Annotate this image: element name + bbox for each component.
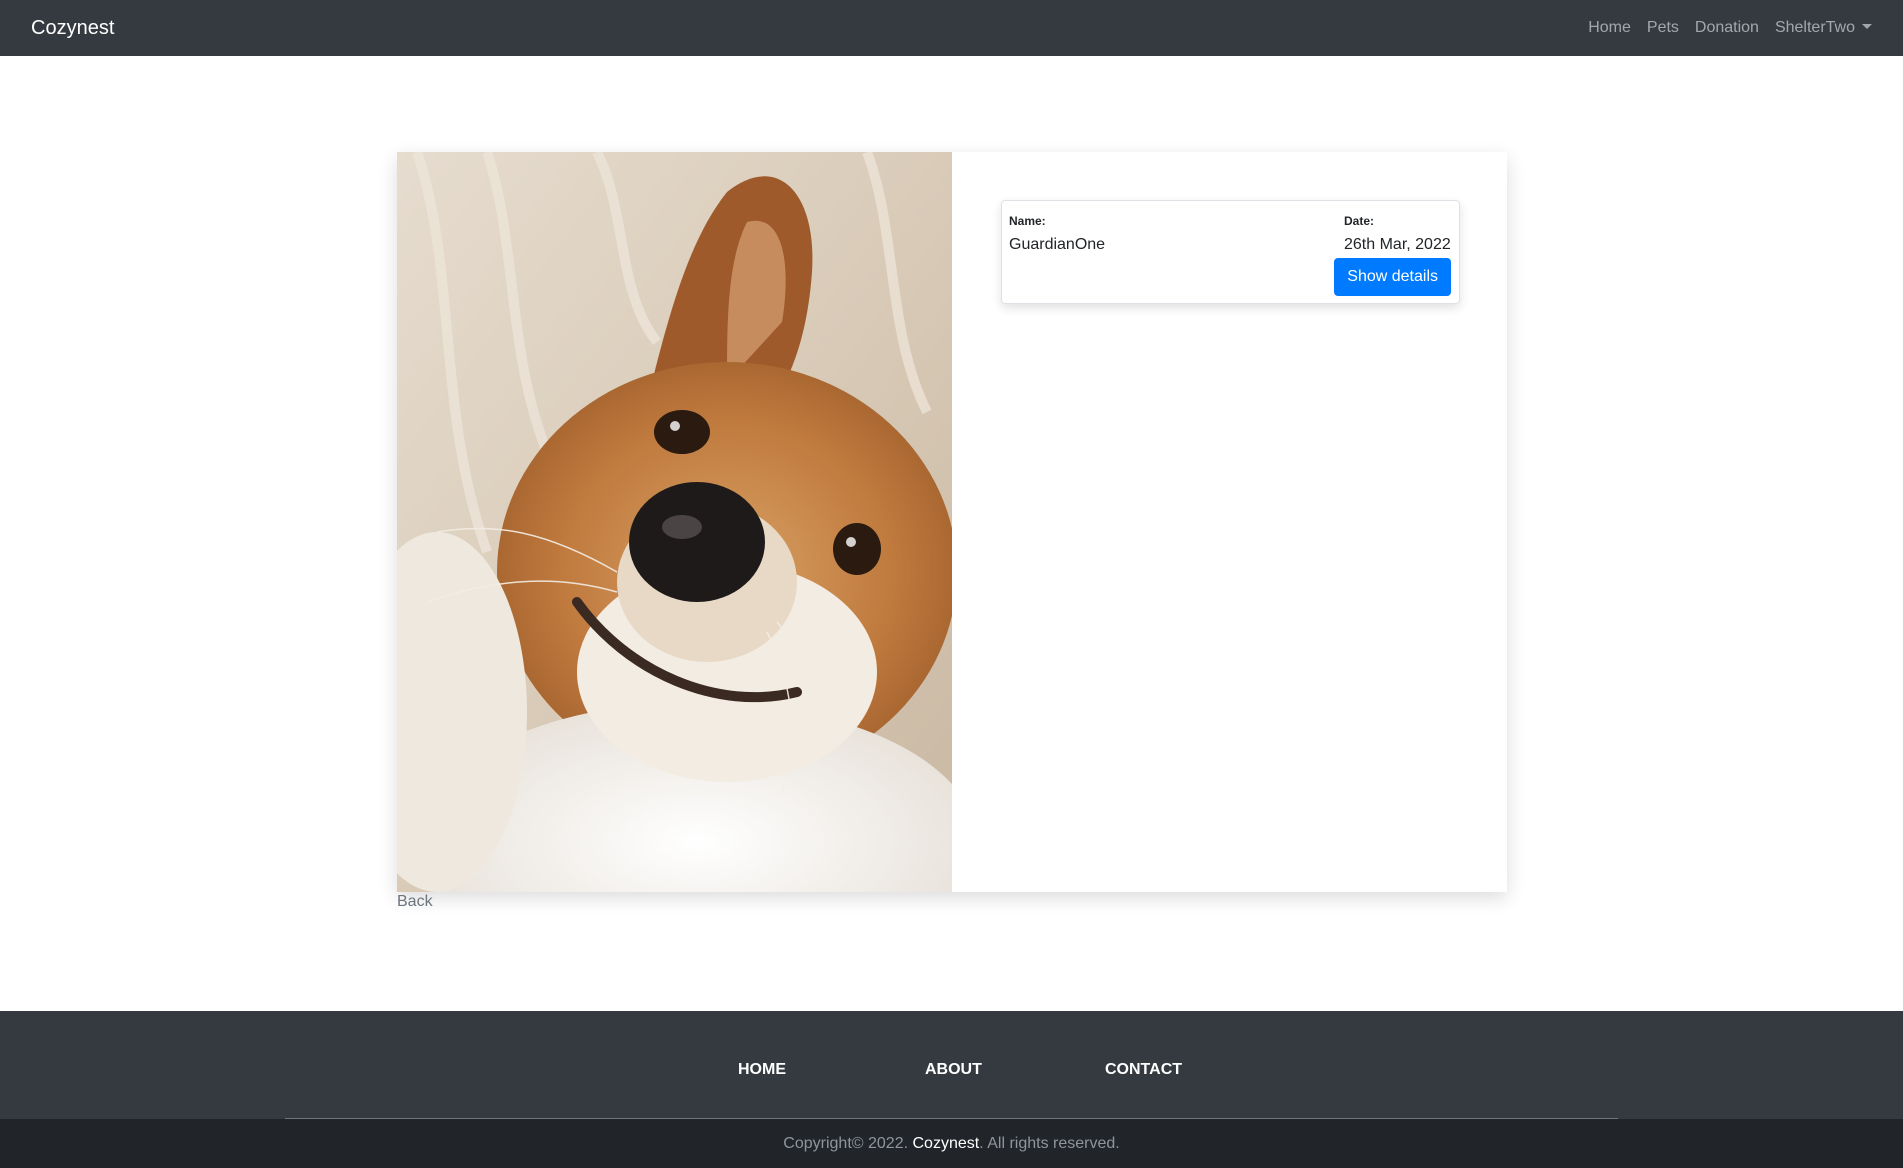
adoption-entry-card: Name: GuardianOne Date: 26th Mar, 2022 S… bbox=[1001, 200, 1460, 304]
name-label: Name: bbox=[1009, 214, 1046, 228]
brand-logo[interactable]: Cozynest bbox=[31, 17, 114, 40]
chevron-down-icon bbox=[1862, 24, 1872, 29]
user-menu-label: ShelterTwo bbox=[1774, 19, 1855, 36]
footer-copyright: Copyright© 2022. Cozynest. All rights re… bbox=[0, 1119, 1903, 1168]
back-link[interactable]: Back bbox=[397, 893, 433, 911]
footer-about-link[interactable]: ABOUT bbox=[925, 1061, 982, 1079]
pet-photo bbox=[397, 152, 952, 892]
footer-contact-link[interactable]: CONTACT bbox=[1105, 1061, 1182, 1079]
date-label: Date: bbox=[1344, 214, 1375, 228]
name-value: GuardianOne bbox=[1009, 236, 1106, 253]
copyright-brand-link[interactable]: Cozynest bbox=[913, 1135, 980, 1153]
date-value: 26th Mar, 2022 bbox=[1344, 236, 1451, 253]
pet-card: Name: GuardianOne Date: 26th Mar, 2022 S… bbox=[397, 152, 1507, 892]
user-menu-dropdown[interactable]: ShelterTwo bbox=[1775, 19, 1872, 37]
nav-pets[interactable]: Pets bbox=[1647, 19, 1679, 37]
footer-nav: HOME ABOUT CONTACT bbox=[0, 1011, 1903, 1119]
pet-info-panel: Name: GuardianOne Date: 26th Mar, 2022 S… bbox=[952, 152, 1507, 892]
dog-photo-image bbox=[397, 152, 952, 892]
copyright-prefix: Copyright© 2022. bbox=[783, 1134, 909, 1152]
copyright-suffix: . All rights reserved. bbox=[979, 1134, 1120, 1152]
nav-home[interactable]: Home bbox=[1588, 19, 1631, 37]
top-navbar: Cozynest Home Pets Donation ShelterTwo bbox=[0, 0, 1903, 56]
footer-home-link[interactable]: HOME bbox=[738, 1061, 786, 1079]
show-details-button[interactable]: Show details bbox=[1334, 258, 1451, 296]
nav-donation[interactable]: Donation bbox=[1695, 19, 1759, 37]
nav-links: Home Pets Donation ShelterTwo bbox=[1588, 19, 1872, 37]
